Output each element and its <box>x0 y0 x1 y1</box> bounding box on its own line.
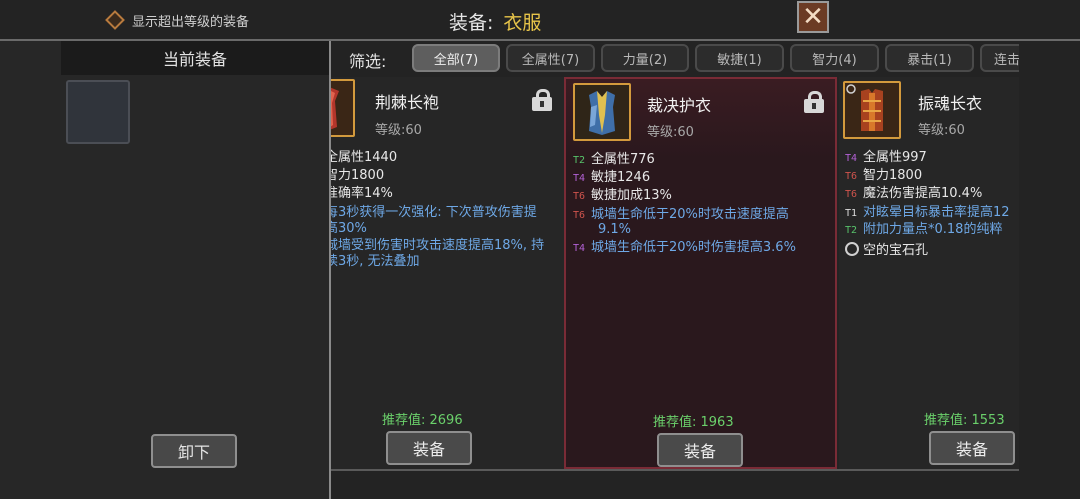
filter-tab-combo[interactable]: 连击 <box>980 44 1019 72</box>
blue-gold-armor-icon <box>573 83 631 141</box>
stat-line: 9.1% <box>598 222 632 237</box>
current-equipment-panel: 当前装备 卸下 <box>0 41 329 499</box>
red-robe-icon <box>331 79 355 137</box>
stat-line: T4 全属性997 <box>845 150 927 165</box>
lock-icon[interactable] <box>804 91 824 113</box>
item-name: 荆棘长袍 <box>375 93 440 112</box>
equipment-card[interactable]: 荆棘长袍 等级:60 全属性1440 智力1800 准确率14% 每3秒获得一次… <box>331 77 565 469</box>
empty-gem-socket: 空的宝石孔 <box>845 242 928 258</box>
diamond-checkbox-icon[interactable] <box>105 10 125 30</box>
filter-tab-all-attributes[interactable]: 全属性(7) <box>506 44 595 72</box>
show-over-level-toggle[interactable]: 显示超出等级的装备 <box>105 10 250 30</box>
tier-badge: T2 <box>845 225 858 236</box>
item-level: 等级:60 <box>647 125 694 140</box>
filter-bar: 筛选: 全部(7) 全属性(7) 力量(2) 敏捷(1) 智力(4) 暴击(1)… <box>331 41 1019 75</box>
stat-line: 智力1800 <box>331 168 385 183</box>
filter-tab-agility[interactable]: 敏捷(1) <box>695 44 784 72</box>
lock-icon[interactable] <box>532 89 552 111</box>
tier-badge: T6 <box>573 210 586 221</box>
stat-line: T6 城墙生命低于20%时攻击速度提高 <box>573 207 789 222</box>
stat-line: 全属性1440 <box>331 150 398 165</box>
toggle-label: 显示超出等级的装备 <box>132 14 250 30</box>
stat-line: T2 全属性776 <box>573 152 655 167</box>
tier-badge: T4 <box>845 153 858 164</box>
title-label: 装备: <box>449 12 494 34</box>
orange-coat-icon <box>843 81 901 139</box>
item-name: 振魂长衣 <box>918 94 983 113</box>
item-name: 裁决护衣 <box>647 96 712 115</box>
item-level: 等级:60 <box>918 123 965 138</box>
unequip-button[interactable]: 卸下 <box>151 434 237 468</box>
stat-line: 城墙受到伤害时攻击速度提高18%, 持 <box>331 238 545 253</box>
stat-line: 续3秒, 无法叠加 <box>331 254 420 269</box>
title-slot-value: 衣服 <box>503 12 542 34</box>
equipment-card[interactable]: 振魂长衣 等级:60 T4 全属性997 T6 智力1800 T6 魔法伤害提高10.… <box>839 77 1019 469</box>
item-level: 等级:60 <box>375 123 422 138</box>
close-icon: ✕ <box>802 2 824 32</box>
stat-line: T4 敏捷1246 <box>573 170 651 185</box>
list-bottom-divider <box>331 469 1019 471</box>
equip-button[interactable]: 装备 <box>929 431 1015 465</box>
tier-badge: T4 <box>573 243 586 254</box>
equip-button[interactable]: 装备 <box>386 431 472 465</box>
stat-line: T2 附加力量点*0.18的纯粹 <box>845 222 1003 237</box>
equipped-item-slot[interactable] <box>66 80 130 144</box>
filter-tab-intelligence[interactable]: 智力(4) <box>790 44 879 72</box>
stat-line: 每3秒获得一次强化: 下次普攻伤害提 <box>331 205 537 220</box>
gem-socket-icon <box>845 242 859 256</box>
equipment-list: 荆棘长袍 等级:60 全属性1440 智力1800 准确率14% 每3秒获得一次… <box>331 77 1019 471</box>
tier-badge: T6 <box>845 189 858 200</box>
recommend-value: 推荐值: 2696 <box>382 413 463 428</box>
close-button[interactable]: ✕ <box>797 1 829 33</box>
tier-badge: T6 <box>573 191 586 202</box>
tier-badge: T6 <box>845 171 858 182</box>
equipment-card-selected[interactable]: 裁决护衣 等级:60 T2 全属性776 T4 敏捷1246 T6 敏捷加成13% T… <box>564 77 837 469</box>
stat-line: T1 对眩晕目标暴击率提高12 <box>845 205 1010 220</box>
filter-tab-crit[interactable]: 暴击(1) <box>885 44 974 72</box>
tier-badge: T2 <box>573 155 586 166</box>
recommend-value: 推荐值: 1963 <box>653 415 734 430</box>
page-title: 装备: 衣服 <box>449 8 541 35</box>
stat-line: T6 敏捷加成13% <box>573 188 672 203</box>
recommend-value: 推荐值: 1553 <box>924 413 1005 428</box>
filter-tab-strength[interactable]: 力量(2) <box>601 44 689 72</box>
stat-line: 高30% <box>331 221 367 236</box>
stat-line: 准确率14% <box>331 186 393 201</box>
stat-line: T6 智力1800 <box>845 168 923 183</box>
filter-tab-all[interactable]: 全部(7) <box>412 44 500 72</box>
tier-badge: T4 <box>573 173 586 184</box>
current-equipment-header: 当前装备 <box>61 41 329 75</box>
stat-line: T4 城墙生命低于20%时伤害提高3.6% <box>573 240 796 255</box>
tier-badge: T1 <box>845 208 858 219</box>
equip-button[interactable]: 装备 <box>657 433 743 467</box>
stat-line: T6 魔法伤害提高10.4% <box>845 186 983 201</box>
filter-label: 筛选: <box>349 52 387 71</box>
